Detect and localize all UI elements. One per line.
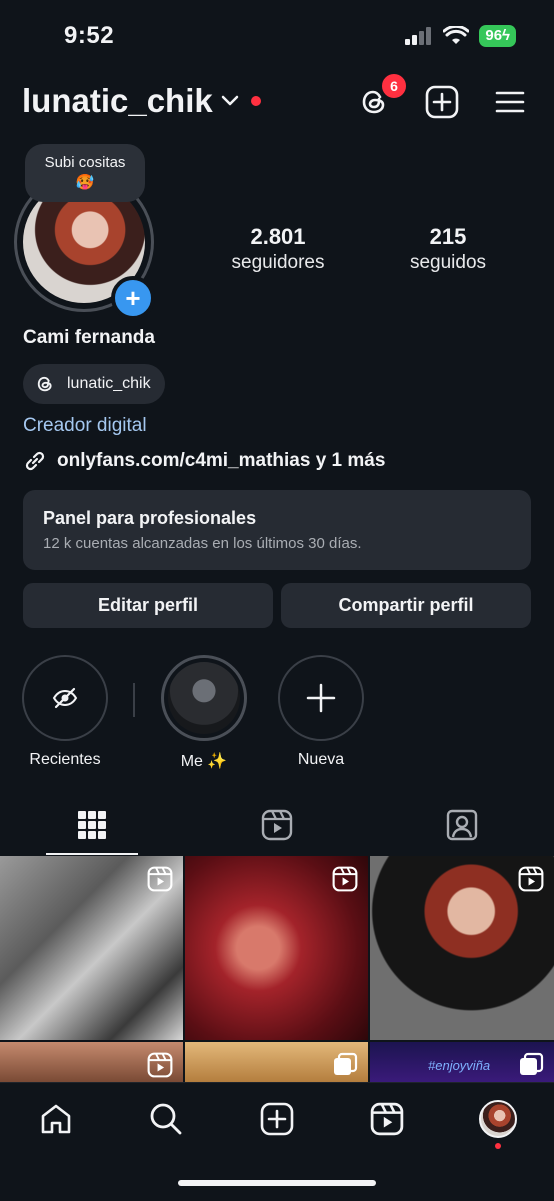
active-tab-indicator [46,853,138,855]
display-name: Cami fernanda [23,327,155,348]
nav-search[interactable] [146,1099,186,1139]
profile-category: Creador digital [23,415,147,436]
wifi-icon [443,26,470,44]
followers-count: 2.801 [250,224,306,249]
search-icon [150,1103,182,1135]
highlight-divider [133,683,135,717]
dashboard-title: Panel para profesionales [43,508,257,528]
plus-icon: + [125,283,141,313]
tab-grid[interactable] [46,797,138,853]
plus-square-icon [425,85,459,119]
share-profile-button[interactable]: Compartir perfil [281,583,531,628]
status-icons: 96ϟ [405,25,516,47]
carousel-icon [520,1052,544,1075]
reels-icon [261,809,293,841]
threads-badge: 6 [380,72,408,100]
profile-note[interactable]: Subi cositas 🥵 [25,144,145,202]
header-actions: 6 [354,72,530,122]
threads-handle: lunatic_chik [67,375,151,392]
post-overlay-text: #enjoyviña [428,1058,491,1073]
account-switcher[interactable]: lunatic_chik [22,82,261,120]
followers-label: seguidores [231,252,325,273]
status-time: 9:52 [64,22,115,49]
grid-post[interactable] [0,1042,183,1082]
tagged-icon [446,809,478,841]
grid-post[interactable]: #enjoyviña [370,1042,554,1082]
plus-square-icon [260,1102,294,1136]
add-story-button[interactable]: + [111,276,155,320]
following-label: seguidos [409,252,487,273]
home-icon [41,1104,71,1134]
highlight-new[interactable]: Nueva [276,655,366,769]
chevron-down-icon [221,95,238,106]
edit-profile-button[interactable]: Editar perfil [23,583,273,628]
note-text: Subi cositas [44,154,126,171]
highlight-recientes[interactable]: Recientes [20,655,110,769]
hamburger-menu-icon [495,91,525,113]
menu-button[interactable] [490,82,530,122]
followers-stat[interactable]: 2.801 seguidores [218,224,338,274]
highlight-photo [168,662,240,734]
threads-icon [37,376,52,392]
following-stat[interactable]: 215 seguidos [398,224,498,274]
highlight-me[interactable]: Me ✨ [159,655,249,771]
notification-dot [495,1143,501,1149]
highlight-cover [22,655,108,741]
highlight-label: Recientes [29,751,101,768]
note-emoji: 🥵 [75,174,95,191]
charging-icon: ϟ [502,27,510,44]
profile-avatar-small [479,1100,517,1138]
cellular-signal-icon [405,27,432,45]
nav-home[interactable] [36,1099,76,1139]
grid-post[interactable] [185,856,368,1040]
carousel-icon [334,1052,358,1075]
grid-post[interactable] [0,856,183,1040]
eye-off-icon [52,687,78,709]
link-icon [25,451,45,471]
grid-post[interactable] [370,856,554,1040]
reels-icon [370,1102,404,1136]
grid-icon [78,811,106,839]
reel-icon [147,866,173,892]
profile-link[interactable]: onlyfans.com/c4mi_mathias y 1 más [23,449,385,473]
nav-create[interactable] [257,1099,297,1139]
home-indicator [178,1180,376,1186]
professional-dashboard[interactable]: Panel para profesionales 12 k cuentas al… [23,490,531,570]
plus-icon [306,683,336,713]
highlight-cover [278,655,364,741]
highlight-label: Nueva [297,751,345,768]
following-count: 215 [429,224,467,249]
grid-post[interactable] [185,1042,368,1082]
reel-icon [518,866,544,892]
nav-reels[interactable] [367,1099,407,1139]
notification-dot [250,96,261,106]
tab-reels[interactable] [231,797,323,853]
battery-indicator: 96ϟ [479,25,516,47]
dashboard-subtitle: 12 k cuentas alcanzadas en los últimos 3… [43,535,362,552]
reel-icon [147,1052,173,1078]
tab-tagged[interactable] [416,797,508,853]
threads-profile-chip[interactable]: lunatic_chik [23,364,165,404]
link-text: onlyfans.com/c4mi_mathias y 1 más [57,450,386,471]
create-button[interactable] [422,82,462,122]
username: lunatic_chik [22,82,213,119]
highlight-label: Me ✨ [180,753,228,770]
threads-button[interactable]: 6 [354,72,408,122]
highlight-cover [161,655,247,741]
reel-icon [332,866,358,892]
nav-profile[interactable] [478,1099,518,1149]
